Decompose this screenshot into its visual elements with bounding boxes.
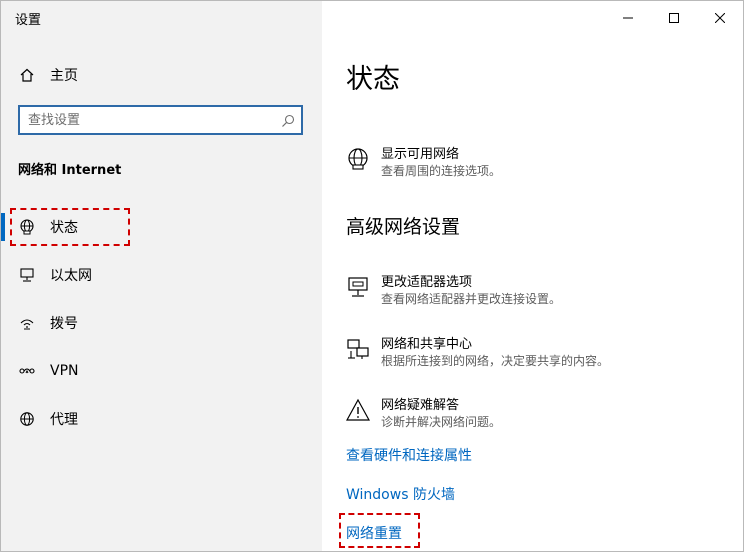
- sidebar-item-ethernet[interactable]: 以太网: [1, 257, 322, 293]
- section-title: 网络和 Internet: [18, 163, 122, 178]
- search-box[interactable]: [18, 105, 303, 135]
- hardware-properties-link[interactable]: 查看硬件和连接属性: [346, 445, 472, 465]
- sidebar-item-label: 状态: [50, 220, 78, 236]
- item-title: 网络疑难解答: [381, 398, 460, 413]
- sharing-center-icon: [346, 337, 370, 361]
- search-icon[interactable]: [281, 113, 295, 132]
- search-input[interactable]: [28, 111, 278, 129]
- home-label: 主页: [50, 68, 78, 84]
- home-nav-item[interactable]: 主页: [1, 57, 322, 93]
- sharing-center-item[interactable]: 网络和共享中心 根据所连接到的网络，决定要共享的内容。: [346, 333, 726, 375]
- close-button[interactable]: [697, 1, 743, 35]
- item-title: 更改适配器选项: [381, 275, 473, 290]
- item-desc: 诊断并解决网络问题。: [381, 415, 502, 429]
- sidebar-item-proxy[interactable]: 代理: [1, 401, 322, 437]
- windows-firewall-link[interactable]: Windows 防火墙: [346, 484, 455, 504]
- sidebar-item-dialup[interactable]: 拨号: [1, 305, 322, 341]
- change-adapter-options-item[interactable]: 更改适配器选项 查看网络适配器并更改连接设置。: [346, 271, 726, 313]
- item-title: 网络和共享中心: [381, 337, 473, 352]
- settings-window: 设置 主页 网络和 Internet 状态 以太网: [0, 0, 744, 552]
- close-icon: [715, 13, 725, 23]
- window-title: 设置: [15, 13, 42, 28]
- sidebar-item-label: 拨号: [50, 316, 78, 332]
- sidebar-item-label: VPN: [50, 363, 79, 379]
- ethernet-icon: [18, 266, 36, 284]
- vpn-icon: [18, 362, 36, 380]
- sidebar-item-label: 以太网: [50, 268, 92, 284]
- dialup-icon: [18, 314, 36, 332]
- show-networks-item[interactable]: 显示可用网络 查看周围的连接选项。: [346, 143, 726, 185]
- sidebar-item-status[interactable]: 状态: [1, 209, 322, 245]
- minimize-button[interactable]: [605, 1, 651, 35]
- item-desc: 查看网络适配器并更改连接设置。: [381, 292, 562, 306]
- page-title: 状态: [346, 64, 400, 95]
- sidebar-item-label: 代理: [50, 412, 78, 428]
- network-reset-link[interactable]: 网络重置: [346, 523, 402, 543]
- home-icon: [18, 66, 36, 84]
- item-desc: 查看周围的连接选项。: [381, 164, 502, 178]
- adapter-icon: [346, 275, 370, 299]
- globe-icon: [346, 147, 370, 171]
- globe-icon: [18, 410, 36, 428]
- main-panel: 状态 显示可用网络 查看周围的连接选项。 高级网络设置 更改适配器选项 查看网络…: [322, 1, 743, 551]
- globe-icon: [18, 218, 36, 236]
- advanced-section-title: 高级网络设置: [346, 216, 461, 238]
- sidebar: 设置 主页 网络和 Internet 状态 以太网: [1, 1, 322, 551]
- minimize-icon: [623, 17, 633, 19]
- maximize-icon: [669, 13, 679, 23]
- item-desc: 根据所连接到的网络，决定要共享的内容。: [381, 354, 610, 368]
- network-troubleshooter-item[interactable]: 网络疑难解答 诊断并解决网络问题。: [345, 394, 726, 436]
- maximize-button[interactable]: [651, 1, 697, 35]
- item-title: 显示可用网络: [381, 147, 460, 162]
- warning-icon: [345, 398, 371, 422]
- sidebar-item-vpn[interactable]: VPN: [1, 353, 322, 389]
